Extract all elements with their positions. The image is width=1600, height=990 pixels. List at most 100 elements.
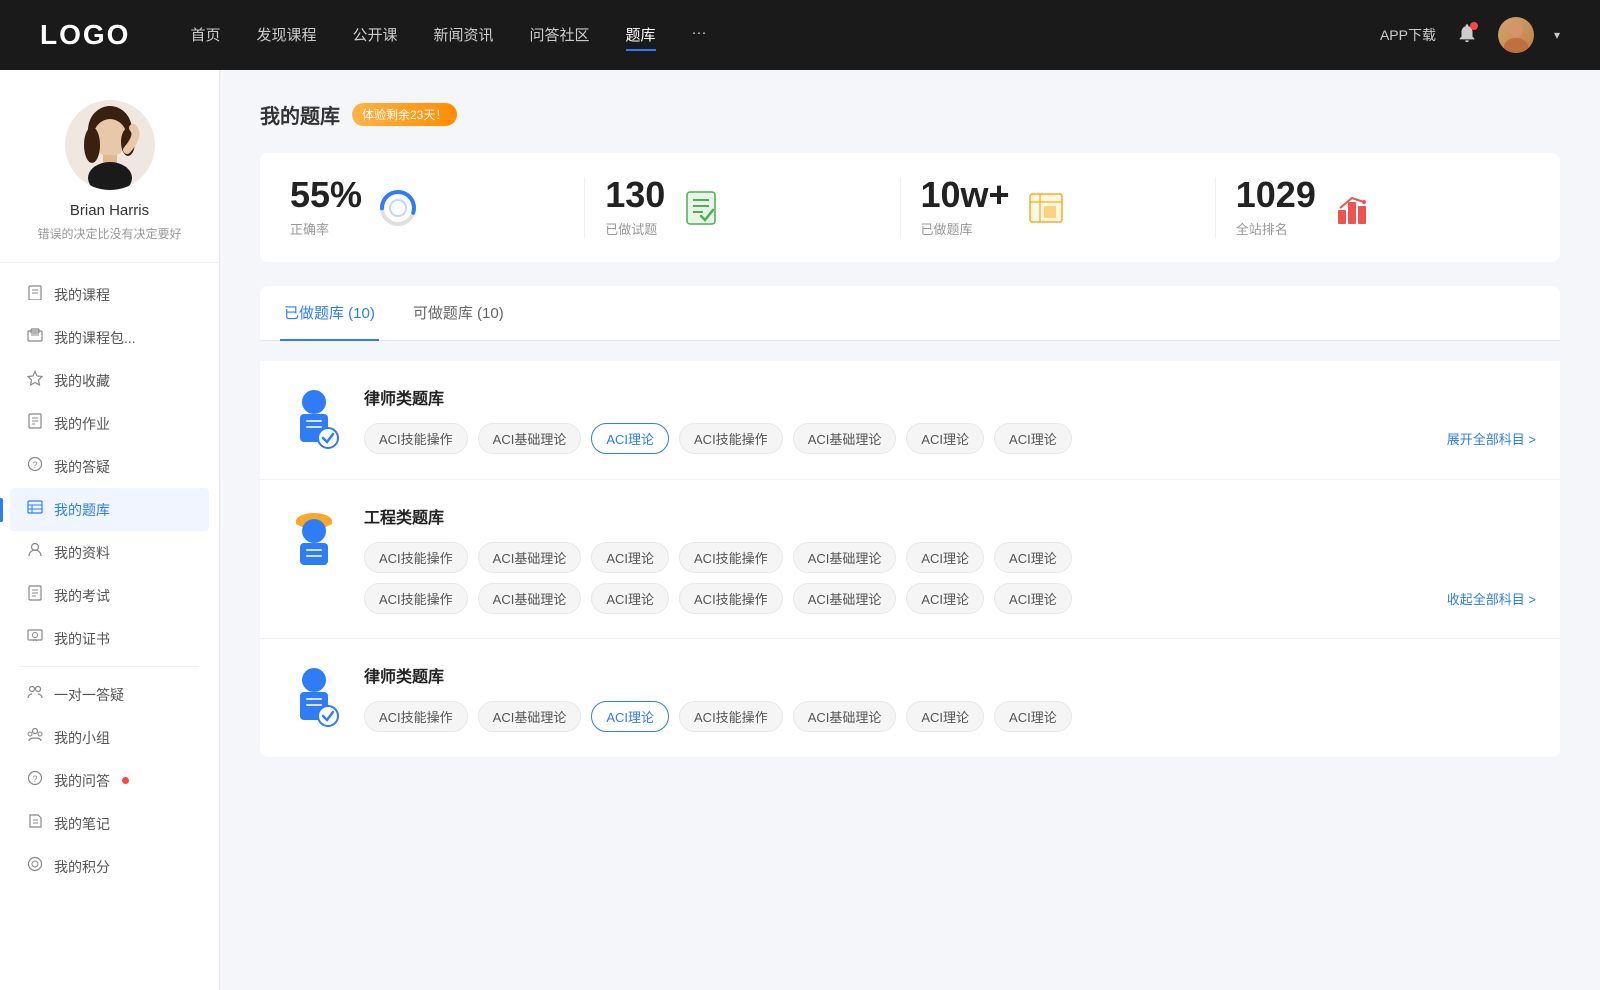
notification-bell[interactable] (1456, 22, 1478, 49)
tag[interactable]: ACI技能操作 (364, 583, 468, 614)
expand-link-1[interactable]: 展开全部科目 > (1437, 429, 1536, 448)
notification-dot (1470, 22, 1478, 30)
sidebar-item-courses[interactable]: 我的课程 (10, 273, 209, 316)
sidebar-item-qbank[interactable]: 我的题库 (10, 488, 209, 531)
sidebar-item-points[interactable]: 我的积分 (10, 845, 209, 888)
nav-open-course[interactable]: 公开课 (352, 20, 397, 51)
sidebar-profile: Brian Harris 错误的决定比没有决定要好 (0, 100, 219, 263)
tag[interactable]: ACI理论 (906, 701, 984, 732)
tag-active[interactable]: ACI理论 (591, 701, 669, 732)
tag[interactable]: ACI技能操作 (679, 423, 783, 454)
tab-done-qbank[interactable]: 已做题库 (10) (280, 286, 379, 341)
star-icon (26, 370, 44, 391)
sidebar-item-qa[interactable]: ? 我的答疑 (10, 445, 209, 488)
cert-icon (26, 628, 44, 649)
tag[interactable]: ACI基础理论 (793, 701, 897, 732)
tag[interactable]: ACI理论 (591, 542, 669, 573)
tag[interactable]: ACI技能操作 (679, 701, 783, 732)
sidebar-menu: 我的课程 我的课程包... 我的收藏 我的作业 (0, 273, 219, 888)
tag[interactable]: ACI技能操作 (679, 583, 783, 614)
tag[interactable]: ACI基础理论 (478, 701, 582, 732)
qbank-title-engineer: 工程类题库 (364, 504, 1536, 528)
tag[interactable]: ACI理论 (994, 542, 1072, 573)
svg-text:?: ? (32, 460, 37, 470)
sidebar-item-notes[interactable]: 我的笔记 (10, 802, 209, 845)
lawyer-icon-2 (284, 663, 344, 733)
sidebar-item-my-qa[interactable]: ? 我的问答 (10, 759, 209, 802)
groups-icon (26, 727, 44, 748)
stat-done-qbanks: 10w+ 已做题库 (901, 177, 1216, 238)
tag-active[interactable]: ACI理论 (591, 423, 669, 454)
stat-ranking-label: 全站排名 (1236, 219, 1316, 238)
sidebar-item-cert[interactable]: 我的证书 (10, 617, 209, 660)
sidebar-item-label: 我的作业 (54, 414, 110, 434)
page-title: 我的题库 (260, 100, 340, 129)
sidebar-item-label: 我的小组 (54, 728, 110, 748)
tag[interactable]: ACI基础理论 (793, 542, 897, 573)
stat-accuracy-label: 正确率 (290, 219, 362, 238)
sidebar-item-course-packs[interactable]: 我的课程包... (10, 316, 209, 359)
sidebar-item-label: 我的考试 (54, 586, 110, 606)
collapse-link[interactable]: 收起全部科目 > (1437, 589, 1536, 608)
avatar[interactable] (1498, 17, 1534, 53)
tag[interactable]: ACI技能操作 (364, 701, 468, 732)
nav-home[interactable]: 首页 (190, 20, 220, 51)
nav-qbank[interactable]: 题库 (626, 20, 656, 51)
sidebar-username: Brian Harris (70, 202, 149, 219)
tag[interactable]: ACI理论 (906, 583, 984, 614)
page-layout: Brian Harris 错误的决定比没有决定要好 我的课程 我的课程包... (0, 70, 1600, 990)
sidebar-item-exams[interactable]: 我的考试 (10, 574, 209, 617)
tag[interactable]: ACI理论 (906, 423, 984, 454)
tag[interactable]: ACI基础理论 (478, 583, 582, 614)
ranking-icon (1332, 188, 1372, 228)
trial-badge: 体验剩余23天！ (352, 103, 457, 126)
qbank-details-3: 律师类题库 ACI技能操作 ACI基础理论 ACI理论 ACI技能操作 ACI基… (364, 663, 1536, 732)
sidebar-item-favorites[interactable]: 我的收藏 (10, 359, 209, 402)
sidebar: Brian Harris 错误的决定比没有决定要好 我的课程 我的课程包... (0, 70, 220, 990)
app-download-link[interactable]: APP下载 (1380, 25, 1436, 45)
engineer-icon (284, 504, 344, 574)
tag[interactable]: ACI基础理论 (478, 423, 582, 454)
qbank-title-3: 律师类题库 (364, 663, 1536, 687)
stat-accuracy-number: 55% (290, 177, 362, 213)
main-nav: 首页 发现课程 公开课 新闻资讯 问答社区 题库 ··· (190, 20, 1380, 51)
exams-icon (26, 585, 44, 606)
course-packs-icon (26, 327, 44, 348)
stat-done-qbanks-number: 10w+ (921, 177, 1010, 213)
qbank-item-engineer: 工程类题库 ACI技能操作 ACI基础理论 ACI理论 ACI技能操作 ACI基… (260, 480, 1560, 639)
tag[interactable]: ACI技能操作 (679, 542, 783, 573)
tag[interactable]: ACI理论 (994, 701, 1072, 732)
svg-text:?: ? (32, 774, 37, 784)
tag[interactable]: ACI技能操作 (364, 423, 468, 454)
qbank-details-engineer: 工程类题库 ACI技能操作 ACI基础理论 ACI理论 ACI技能操作 ACI基… (364, 504, 1536, 614)
qbank-icon (26, 499, 44, 520)
stat-ranking-number: 1029 (1236, 177, 1316, 213)
tag[interactable]: ACI理论 (994, 583, 1072, 614)
qbank-list: 律师类题库 ACI技能操作 ACI基础理论 ACI理论 ACI技能操作 ACI基… (260, 361, 1560, 757)
tag[interactable]: ACI基础理论 (793, 423, 897, 454)
nav-qa[interactable]: 问答社区 (530, 20, 590, 51)
sidebar-item-label: 我的积分 (54, 857, 110, 877)
stat-accuracy: 55% 正确率 (290, 177, 585, 238)
sidebar-item-profile[interactable]: 我的资料 (10, 531, 209, 574)
tag[interactable]: ACI基础理论 (793, 583, 897, 614)
user-menu-chevron[interactable]: ▾ (1554, 28, 1560, 42)
nav-more[interactable]: ··· (692, 20, 707, 51)
stat-done-questions: 130 已做试题 (585, 177, 900, 238)
my-qa-icon: ? (26, 770, 44, 791)
tag[interactable]: ACI理论 (906, 542, 984, 573)
homework-icon (26, 413, 44, 434)
tag[interactable]: ACI基础理论 (478, 542, 582, 573)
qbank-item-lawyer-1: 律师类题库 ACI技能操作 ACI基础理论 ACI理论 ACI技能操作 ACI基… (260, 361, 1560, 480)
tag[interactable]: ACI理论 (591, 583, 669, 614)
page-title-bar: 我的题库 体验剩余23天！ (260, 100, 1560, 129)
sidebar-item-homework[interactable]: 我的作业 (10, 402, 209, 445)
tag[interactable]: ACI理论 (994, 423, 1072, 454)
tag[interactable]: ACI技能操作 (364, 542, 468, 573)
nav-discover[interactable]: 发现课程 (256, 20, 316, 51)
tab-available-qbank[interactable]: 可做题库 (10) (409, 286, 508, 341)
sidebar-item-groups[interactable]: 我的小组 (10, 716, 209, 759)
main-content: 我的题库 体验剩余23天！ 55% 正确率 (220, 70, 1600, 990)
nav-news[interactable]: 新闻资讯 (434, 20, 494, 51)
sidebar-item-one-on-one[interactable]: 一对一答疑 (10, 673, 209, 716)
